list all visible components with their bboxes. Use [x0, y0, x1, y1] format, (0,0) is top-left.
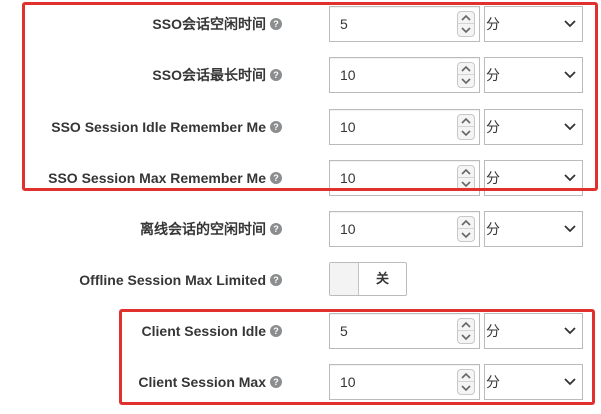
- increment-button[interactable]: [458, 217, 474, 229]
- chevron-down-icon: [564, 225, 576, 233]
- chevron-up-icon: [461, 219, 471, 226]
- field-label-text: Offline Session Max Limited: [79, 272, 266, 288]
- number-spinner[interactable]: [457, 216, 475, 242]
- highlight-box-sso-sessions: [22, 2, 598, 191]
- toggle-knob: [330, 263, 359, 295]
- unit-value: 分: [486, 221, 500, 237]
- field-label-text: 离线会话的空闲时间: [140, 221, 266, 237]
- toggle-state-label: 关: [375, 271, 389, 286]
- help-icon[interactable]: ?: [270, 274, 282, 286]
- offline-session-idle-unit-select[interactable]: 分: [484, 211, 583, 247]
- chevron-down-icon: [461, 231, 471, 238]
- field-label: Offline Session Max Limited ?: [79, 262, 282, 298]
- field-label: 离线会话的空闲时间 ?: [140, 211, 282, 247]
- offline-session-max-limited-toggle[interactable]: 关: [329, 262, 407, 296]
- highlight-box-client-sessions: [119, 309, 595, 405]
- decrement-button[interactable]: [458, 229, 474, 241]
- offline-session-idle-input[interactable]: 10: [329, 211, 480, 247]
- field-row-offline-session-max-limited: Offline Session Max Limited ? 关: [0, 262, 601, 298]
- help-icon[interactable]: ?: [270, 223, 282, 235]
- field-row-offline-session-idle: 离线会话的空闲时间 ? 10 分: [0, 211, 601, 247]
- number-value[interactable]: 10: [340, 212, 356, 246]
